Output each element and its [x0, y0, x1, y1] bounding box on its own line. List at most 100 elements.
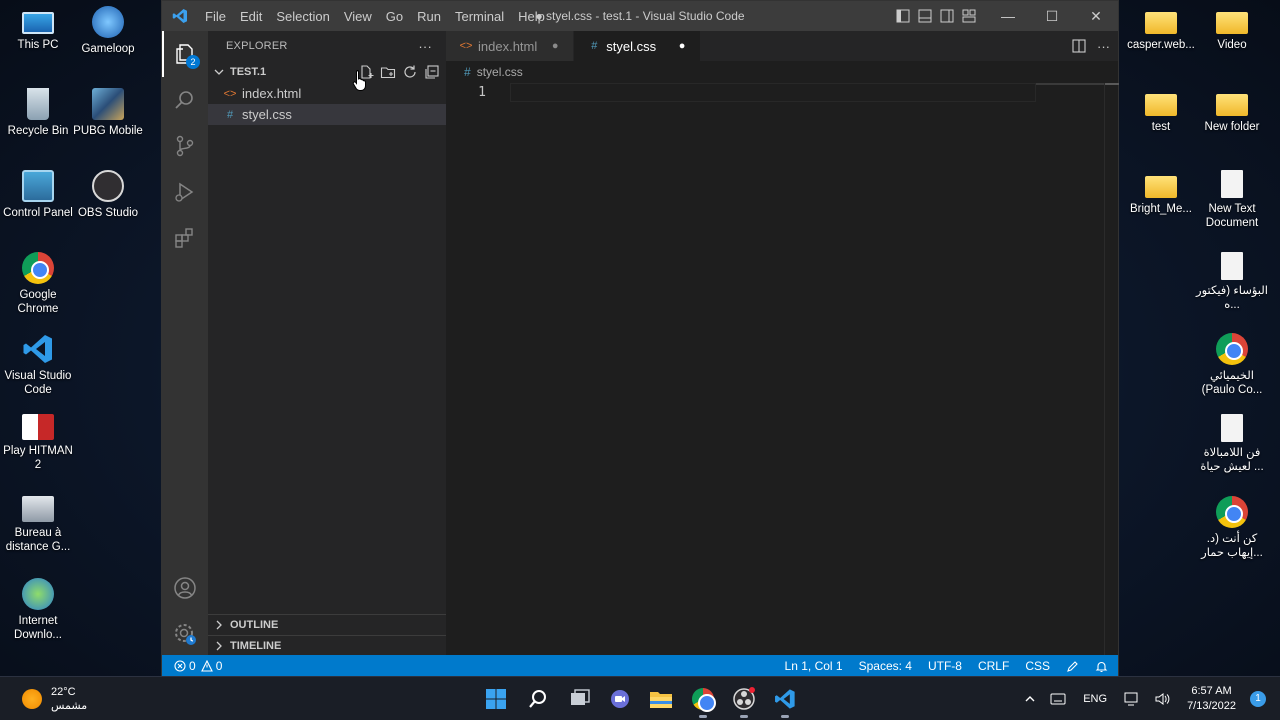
- menu-go[interactable]: Go: [379, 9, 410, 24]
- encoding[interactable]: UTF-8: [920, 659, 970, 673]
- css-file-icon: #: [226, 108, 234, 121]
- activity-manage[interactable]: [162, 611, 208, 657]
- end-of-line[interactable]: CRLF: [970, 659, 1017, 673]
- desktop-icon-les-miserables[interactable]: البؤساء (فيكتور ه...: [1195, 252, 1269, 312]
- toggle-panel-icon[interactable]: [914, 1, 936, 31]
- obs-taskbar-button[interactable]: [730, 685, 758, 718]
- feedback-icon[interactable]: [1058, 660, 1087, 673]
- volume-icon[interactable]: [1147, 692, 1177, 706]
- menu-run[interactable]: Run: [410, 9, 448, 24]
- activity-accounts[interactable]: [162, 565, 208, 611]
- language-mode[interactable]: CSS: [1017, 659, 1058, 673]
- minimap[interactable]: [1036, 83, 1104, 85]
- indentation[interactable]: Spaces: 4: [851, 659, 920, 673]
- desktop-icon-gameloop[interactable]: Gameloop: [71, 6, 145, 56]
- desktop-icon-subtle-art[interactable]: فن اللامبالاة لعيش حياة ...: [1195, 414, 1269, 474]
- editor-scrollbar[interactable]: [1104, 83, 1119, 655]
- desktop-icon-hitman[interactable]: Play HITMAN 2: [1, 414, 75, 472]
- weather-widget[interactable]: 22°C مشمس: [22, 685, 87, 713]
- timeline-section[interactable]: TIMELINE: [208, 635, 446, 656]
- customize-layout-icon[interactable]: [958, 1, 980, 31]
- chrome-taskbar-button[interactable]: [689, 685, 717, 718]
- folder-name: TEST.1: [230, 66, 267, 78]
- desktop-icon-vscode[interactable]: Visual Studio Code: [1, 333, 75, 397]
- tab-styel-css[interactable]: # styel.css ●: [574, 31, 702, 61]
- explorer-sidebar: EXPLORER ··· TEST.1 <> index.html # stye…: [208, 31, 446, 655]
- outline-section[interactable]: OUTLINE: [208, 614, 446, 635]
- vscode-taskbar-button[interactable]: [771, 685, 799, 718]
- desktop-icon-casper[interactable]: casper.web...: [1124, 6, 1198, 52]
- file-styel-css[interactable]: # styel.css: [208, 104, 446, 125]
- desktop-icon-new-text-document[interactable]: New Text Document: [1195, 170, 1269, 230]
- toggle-sidebar-icon[interactable]: [892, 1, 914, 31]
- teams-chat-button[interactable]: [606, 685, 634, 713]
- desktop-icon-this-pc[interactable]: This PC: [1, 6, 75, 52]
- activity-source-control[interactable]: [162, 123, 208, 169]
- cursor-position[interactable]: Ln 1, Col 1: [777, 659, 851, 673]
- breadcrumb-file[interactable]: styel.css: [477, 65, 523, 79]
- menu-selection[interactable]: Selection: [269, 9, 336, 24]
- chrome-icon: [22, 252, 54, 284]
- problems-status[interactable]: 0 0: [162, 659, 230, 673]
- desktop-icon-idm[interactable]: Internet Downlo...: [1, 578, 75, 642]
- desktop-icon-video[interactable]: Video: [1195, 6, 1269, 52]
- search-icon: [529, 690, 546, 708]
- new-folder-icon[interactable]: [380, 64, 396, 80]
- tab-dirty-indicator[interactable]: ●: [674, 40, 690, 52]
- toggle-secondary-sidebar-icon[interactable]: [936, 1, 958, 31]
- desktop-icon-remote-desktop[interactable]: Bureau à distance G...: [1, 496, 75, 554]
- folder-test1[interactable]: TEST.1: [208, 61, 446, 83]
- menu-help[interactable]: Help: [511, 9, 552, 24]
- split-editor-icon[interactable]: [1071, 38, 1087, 54]
- keyboard-icon[interactable]: [1043, 693, 1073, 705]
- more-actions-button[interactable]: ···: [418, 39, 432, 54]
- file-explorer-button[interactable]: [647, 685, 675, 713]
- vscode-icon: [775, 689, 795, 709]
- desktop-icon-recycle-bin[interactable]: Recycle Bin: [1, 88, 75, 138]
- maximize-button[interactable]: ☐: [1030, 1, 1074, 31]
- document-icon: [1221, 414, 1243, 442]
- vscode-logo-icon: [162, 8, 198, 24]
- close-button[interactable]: ✕: [1074, 1, 1118, 31]
- code-line[interactable]: 1: [446, 83, 1118, 102]
- desktop-icon-obs[interactable]: OBS Studio: [71, 170, 145, 220]
- clock[interactable]: 6:57 AM 7/13/2022: [1177, 684, 1246, 714]
- collapse-all-icon[interactable]: [424, 64, 440, 80]
- refresh-icon[interactable]: [402, 64, 418, 80]
- taskbar-search-button[interactable]: [524, 685, 552, 713]
- current-line-highlight[interactable]: [510, 83, 1036, 102]
- file-index-html[interactable]: <> index.html: [208, 83, 446, 104]
- folder-icon: [1145, 12, 1177, 34]
- menu-view[interactable]: View: [337, 9, 379, 24]
- desktop-icon-control-panel[interactable]: Control Panel: [1, 170, 75, 220]
- activity-search[interactable]: [162, 77, 208, 123]
- weather-temperature: 22°C: [51, 686, 76, 698]
- task-view-button[interactable]: [566, 685, 594, 713]
- notifications-bell-icon[interactable]: [1087, 660, 1118, 673]
- input-language[interactable]: ENG: [1073, 693, 1117, 705]
- editor-more-actions[interactable]: ···: [1097, 39, 1110, 54]
- activity-extensions[interactable]: [162, 215, 208, 261]
- menu-file[interactable]: File: [198, 9, 233, 24]
- activity-run-debug[interactable]: [162, 169, 208, 215]
- activity-explorer[interactable]: 2: [162, 31, 208, 77]
- tab-dirty-indicator[interactable]: ●: [547, 40, 563, 52]
- show-hidden-icons-chevron-up-icon[interactable]: [1017, 693, 1043, 705]
- desktop-icon-chrome[interactable]: Google Chrome: [1, 252, 75, 316]
- desktop-icon-pubg[interactable]: PUBG Mobile: [71, 88, 145, 138]
- css-file-icon: #: [464, 65, 471, 79]
- network-icon[interactable]: [1117, 692, 1147, 706]
- tab-index-html[interactable]: <> index.html ●: [446, 31, 575, 61]
- desktop-icon-new-folder[interactable]: New folder: [1195, 88, 1269, 134]
- scrollbar-thumb[interactable]: [1105, 83, 1119, 85]
- menu-terminal[interactable]: Terminal: [448, 9, 511, 24]
- start-button[interactable]: [482, 685, 510, 713]
- minimize-button[interactable]: —: [986, 1, 1030, 31]
- desktop-icon-test[interactable]: test: [1124, 88, 1198, 134]
- notification-badge[interactable]: 1: [1250, 691, 1266, 707]
- menu-edit[interactable]: Edit: [233, 9, 269, 24]
- desktop-icon-bright[interactable]: Bright_Me...: [1124, 170, 1198, 216]
- breadcrumb[interactable]: # styel.css: [446, 61, 1118, 83]
- desktop-icon-alchemist[interactable]: الخيميائي (Paulo Co...: [1195, 333, 1269, 397]
- desktop-icon-be-you[interactable]: كن أنت (د. إيهاب حمار...: [1195, 496, 1269, 560]
